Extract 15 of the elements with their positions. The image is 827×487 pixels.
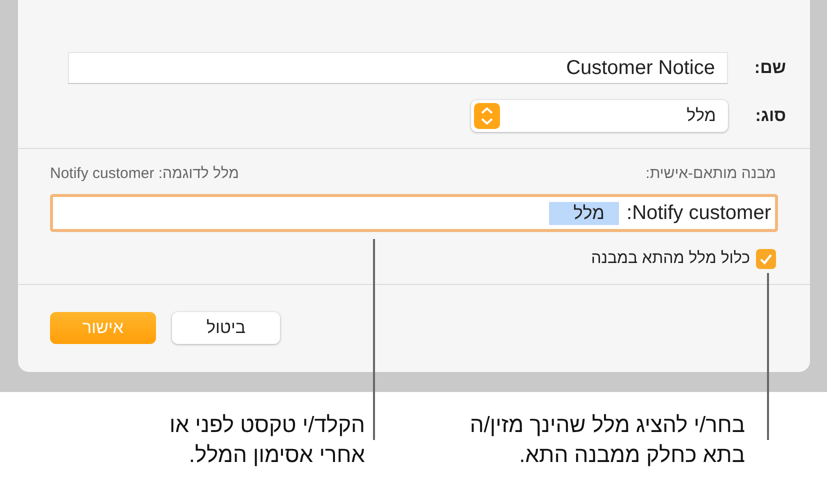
type-label: סוג: [754,106,786,126]
example-text: מלל לדוגמה: Notify customer [50,165,239,182]
type-popup[interactable]: מלל [471,100,728,132]
include-checkbox[interactable] [756,249,776,269]
text-token[interactable]: מלל [549,202,618,224]
format-text: Notify customer: [626,202,771,224]
name-label: שם: [753,58,786,78]
checkmark-icon [759,252,773,266]
callout-text: בחר/י להציג מלל שהינך מזין/ה בתא כחלק ממבנה התא. [468,411,745,469]
name-field[interactable]: Customer Notice [68,52,728,84]
checkbox-label: כלול מלל מהתא במבנה [591,250,750,268]
cancel-button[interactable]: ביטול [172,312,280,344]
stepper-icon [474,103,500,129]
format-label: מבנה מותאם-אישית: [646,165,776,182]
callout-text: הקלד/י טקסט לפני או אחרי אסימון המלל. [168,411,365,469]
